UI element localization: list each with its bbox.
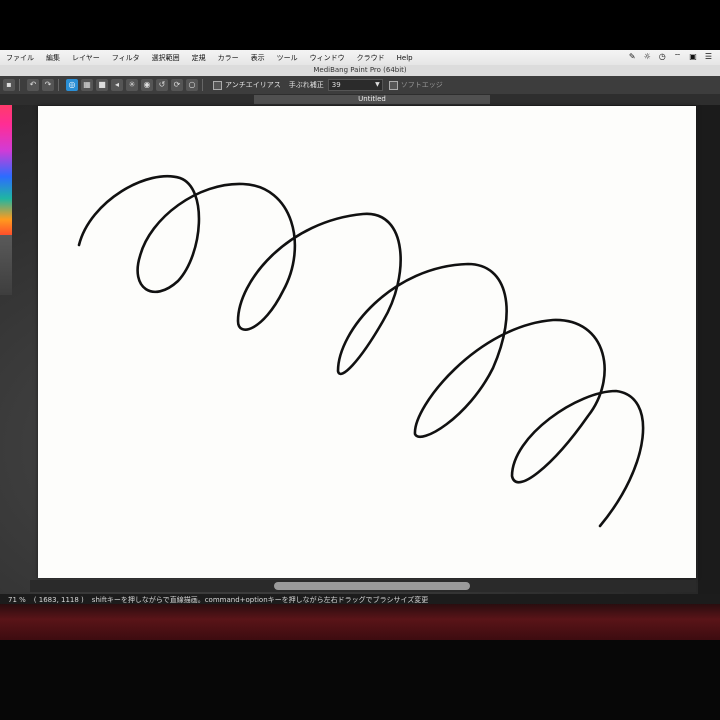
scrollbar-thumb[interactable] — [274, 582, 470, 590]
redo-icon[interactable]: ↷ — [42, 79, 54, 91]
hatch-icon[interactable]: ▦ — [81, 79, 93, 91]
wifi-icon[interactable]: ⌔ — [674, 52, 682, 62]
soft-edge-label: ソフトエッジ — [400, 81, 443, 89]
menu-edit[interactable]: 編集 — [46, 53, 60, 63]
monitor-screen: ファイル 編集 レイヤー フィルタ 選択範囲 定規 カラー 表示 ツール ウィン… — [0, 0, 720, 720]
menu-ruler[interactable]: 定規 — [192, 53, 206, 63]
drawing-canvas[interactable] — [38, 106, 696, 578]
menu-cloud[interactable]: クラウド — [357, 53, 385, 63]
toolbar-divider — [19, 79, 20, 91]
menu-selection[interactable]: 選択範囲 — [152, 53, 180, 63]
stabilizer-value: 39 — [331, 81, 341, 89]
document-tab-bar: Untitled — [0, 94, 720, 105]
right-panel — [698, 105, 720, 595]
menu-view[interactable]: 表示 — [251, 53, 265, 63]
menu-window[interactable]: ウィンドウ — [310, 53, 345, 63]
checkbox-icon — [213, 80, 222, 90]
stabilizer-label: 手ぶれ補正 — [288, 81, 324, 89]
undo-icon[interactable]: ↶ — [27, 79, 39, 91]
menu-color[interactable]: カラー — [218, 53, 239, 63]
monitor-bezel-top — [0, 0, 720, 50]
keyboard-icon[interactable]: ▣ — [689, 52, 697, 62]
menu-file[interactable]: ファイル — [6, 53, 34, 63]
soft-edge-checkbox[interactable]: ソフトエッジ — [388, 80, 443, 90]
menu-help[interactable]: Help — [397, 54, 413, 62]
color-palette[interactable] — [0, 105, 12, 235]
antialias-checkbox[interactable]: アンチエイリアス — [213, 80, 281, 90]
menu-tool[interactable]: ツール — [277, 53, 298, 63]
curve-icon[interactable]: ↺ — [156, 79, 168, 91]
canvas-svg — [77, 175, 645, 528]
window-title: MediBang Paint Pro (64bit) — [0, 65, 720, 76]
drawn-stroke — [77, 175, 645, 528]
fill-square-icon[interactable]: ■ — [96, 79, 108, 91]
radial-icon[interactable]: ◉ — [141, 79, 153, 91]
chevron-down-icon: ▼ — [375, 81, 380, 88]
rotate-icon[interactable]: ⟳ — [171, 79, 183, 91]
snap-icon[interactable]: ✳ — [126, 79, 138, 91]
tablet-icon[interactable]: ✎ — [629, 52, 636, 62]
checkbox-icon — [388, 80, 398, 90]
brightness-icon[interactable]: ☼ — [644, 52, 651, 62]
toolbar-divider — [58, 79, 59, 91]
circle-tool-icon[interactable]: ○ — [186, 79, 198, 91]
palette-panel[interactable] — [0, 235, 12, 295]
tool-options-bar: ▪ ↶ ↷ ◎ ▦ ■ ◂ ✳ ◉ ↺ ⟳ ○ アンチエイリアス 手ぶれ補正 3… — [0, 76, 720, 95]
monitor-stand-shadow — [0, 640, 720, 720]
antialias-label: アンチエイリアス — [225, 81, 281, 89]
menu-bar: ファイル 編集 レイヤー フィルタ 選択範囲 定規 カラー 表示 ツール ウィン… — [0, 50, 720, 65]
menu-status-icons: ✎ ☼ ◷ ⌔ ▣ ☰ — [629, 52, 712, 62]
clock-icon[interactable]: ◷ — [659, 52, 666, 62]
toolbar-divider — [202, 79, 203, 91]
menu-layer[interactable]: レイヤー — [72, 53, 100, 63]
monitor-bottom-bezel — [0, 604, 720, 642]
arrow-left-icon[interactable]: ◂ — [111, 79, 123, 91]
menu-filter[interactable]: フィルタ — [112, 53, 140, 63]
menu-list-icon[interactable]: ☰ — [705, 52, 712, 62]
stabilizer-select[interactable]: 39 ▼ — [327, 79, 383, 91]
document-tab[interactable]: Untitled — [254, 95, 490, 104]
brush-tool-icon[interactable]: ◎ — [66, 79, 78, 91]
horizontal-scrollbar[interactable] — [30, 580, 696, 592]
expand-icon[interactable]: ▪ — [3, 79, 15, 91]
